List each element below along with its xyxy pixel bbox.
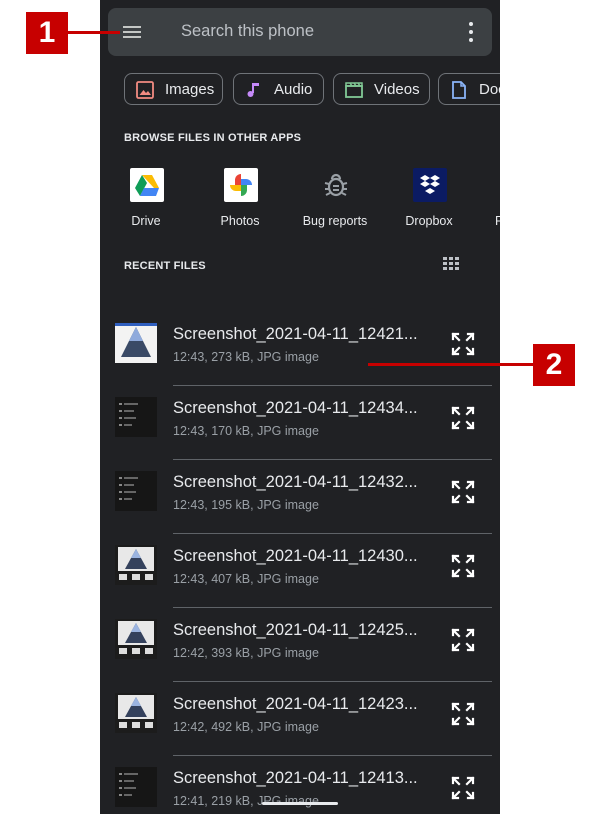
chip-videos[interactable]: Videos — [333, 73, 430, 105]
chip-audio[interactable]: Audio — [233, 73, 324, 105]
clapperboard-icon — [345, 82, 363, 98]
chip-images[interactable]: Images — [124, 73, 223, 105]
file-row[interactable]: Screenshot_2021-04-11_12421... 12:43, 273… — [100, 312, 500, 386]
grid-view-icon[interactable] — [443, 257, 460, 272]
callout-line-1 — [68, 31, 120, 34]
app-partial[interactable]: F — [479, 168, 500, 230]
file-row[interactable]: Screenshot_2021-04-11_12413... 12:41, 219… — [100, 756, 500, 814]
more-options-icon[interactable] — [468, 22, 474, 42]
gesture-bar[interactable] — [262, 802, 338, 805]
file-thumbnail — [115, 545, 157, 585]
file-name: Screenshot_2021-04-11_12413... — [173, 769, 418, 787]
search-bar[interactable]: Search this phone — [108, 8, 492, 56]
google-drive-icon — [130, 168, 164, 202]
file-row[interactable]: Screenshot_2021-04-11_12423... 12:42, 492… — [100, 682, 500, 756]
file-meta: 12:42, 393 kB, JPG image — [173, 646, 319, 660]
app-photos[interactable]: Photos — [194, 168, 286, 230]
chip-label: Docs — [479, 81, 500, 98]
file-row[interactable]: Screenshot_2021-04-11_12434... 12:43, 170… — [100, 386, 500, 460]
file-meta: 12:43, 170 kB, JPG image — [173, 424, 319, 438]
expand-preview-icon[interactable] — [450, 775, 476, 801]
chip-label: Audio — [274, 81, 313, 98]
file-meta: 12:42, 492 kB, JPG image — [173, 720, 319, 734]
chip-label: Videos — [374, 81, 420, 98]
app-dropbox[interactable]: Dropbox — [383, 168, 475, 230]
callout-line-2 — [368, 363, 533, 366]
music-note-icon — [247, 83, 259, 97]
google-photos-icon — [224, 168, 258, 202]
callout-badge-1: 1 — [26, 12, 68, 54]
app-label: Photos — [220, 214, 260, 228]
file-name: Screenshot_2021-04-11_12421... — [173, 325, 418, 343]
app-label: Dropbox — [405, 214, 453, 228]
expand-preview-icon[interactable] — [450, 405, 476, 431]
file-thumbnail — [115, 619, 157, 659]
file-thumbnail — [115, 693, 157, 733]
file-name: Screenshot_2021-04-11_12430... — [173, 547, 418, 565]
file-thumbnail — [115, 767, 157, 807]
file-thumbnail — [115, 397, 157, 437]
app-label: F — [495, 214, 500, 228]
file-row[interactable]: Screenshot_2021-04-11_12425... 12:42, 393… — [100, 608, 500, 682]
expand-preview-icon[interactable] — [450, 553, 476, 579]
file-row[interactable]: Screenshot_2021-04-11_12430... 12:43, 407… — [100, 534, 500, 608]
files-app-screen: Search this phone Images Audio Videos Do… — [100, 0, 500, 814]
file-thumbnail — [115, 323, 157, 363]
app-label: Drive — [131, 214, 161, 228]
app-bug-reports[interactable]: Bug reports — [289, 168, 381, 230]
bug-icon — [319, 168, 353, 202]
app-label: Bug reports — [302, 214, 368, 228]
file-name: Screenshot_2021-04-11_12423... — [173, 695, 418, 713]
file-name: Screenshot_2021-04-11_12432... — [173, 473, 418, 491]
chip-label: Images — [165, 81, 215, 98]
expand-preview-icon[interactable] — [450, 627, 476, 653]
search-placeholder[interactable]: Search this phone — [181, 22, 314, 41]
file-meta: 12:41, 219 kB, JPG image — [173, 794, 319, 808]
file-name: Screenshot_2021-04-11_12425... — [173, 621, 418, 639]
image-icon — [136, 81, 154, 99]
file-meta: 12:43, 195 kB, JPG image — [173, 498, 319, 512]
file-name: Screenshot_2021-04-11_12434... — [173, 399, 418, 417]
file-meta: 12:43, 273 kB, JPG image — [173, 350, 319, 364]
hamburger-menu-icon[interactable] — [120, 20, 144, 44]
callout-badge-2: 2 — [533, 344, 575, 386]
app-drive[interactable]: Drive — [100, 168, 192, 230]
expand-preview-icon[interactable] — [450, 701, 476, 727]
file-row[interactable]: Screenshot_2021-04-11_12432... 12:43, 195… — [100, 460, 500, 534]
document-icon — [452, 81, 466, 99]
expand-preview-icon[interactable] — [450, 479, 476, 505]
recent-files-header: RECENT FILES — [124, 260, 206, 272]
expand-preview-icon[interactable] — [450, 331, 476, 357]
chip-docs[interactable]: Docs — [438, 73, 500, 105]
file-thumbnail — [115, 471, 157, 511]
browse-section-header: BROWSE FILES IN OTHER APPS — [124, 132, 302, 144]
file-meta: 12:43, 407 kB, JPG image — [173, 572, 319, 586]
dropbox-icon — [413, 168, 447, 202]
